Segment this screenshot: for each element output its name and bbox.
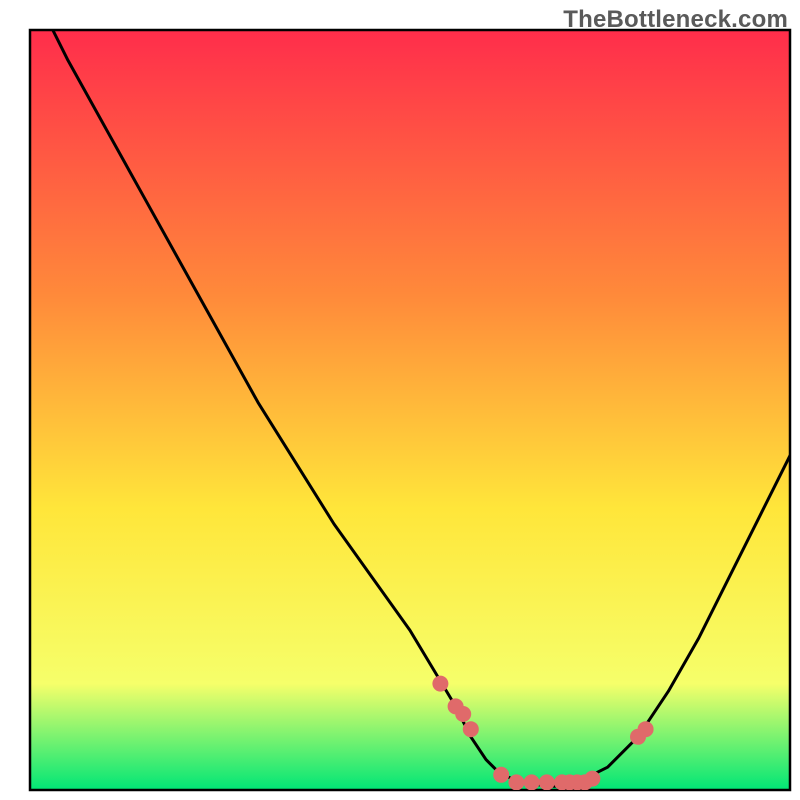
- highlight-point: [455, 706, 471, 722]
- chart-stage: TheBottleneck.com: [0, 0, 800, 800]
- highlight-point: [432, 676, 448, 692]
- highlight-point: [463, 721, 479, 737]
- highlight-point: [638, 721, 654, 737]
- highlight-point: [539, 774, 555, 790]
- bottleneck-chart: [0, 0, 800, 800]
- highlight-point: [493, 767, 509, 783]
- highlight-point: [508, 774, 524, 790]
- highlight-point: [584, 771, 600, 787]
- highlight-point: [524, 774, 540, 790]
